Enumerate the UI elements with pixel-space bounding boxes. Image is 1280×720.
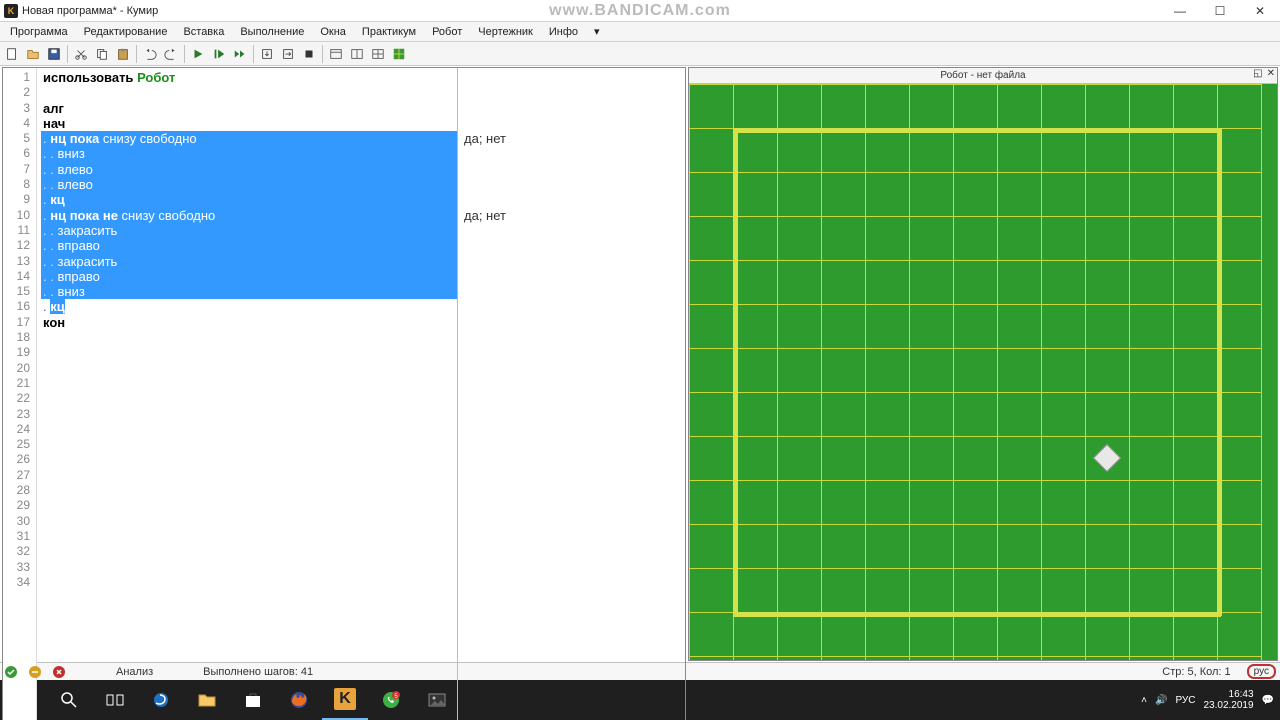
toolbar [0, 42, 1280, 66]
new-file-icon[interactable] [2, 44, 22, 64]
step-into-icon[interactable] [257, 44, 277, 64]
robot-close-icon[interactable]: ✕ [1267, 68, 1275, 79]
redo-icon[interactable] [161, 44, 181, 64]
code-editor[interactable]: 1234567891011121314151617181920212223242… [3, 68, 458, 720]
robot-wall [733, 612, 1221, 617]
tray-sound-icon[interactable]: 🔊 [1155, 695, 1167, 706]
robot-wall [733, 128, 738, 612]
code-line[interactable]: . нц пока снизу свободно [41, 131, 457, 146]
code-line[interactable] [41, 345, 457, 360]
code-line[interactable]: использовать Робот [41, 70, 457, 85]
stop-icon[interactable] [299, 44, 319, 64]
code-line[interactable]: . . закрасить [41, 223, 457, 238]
code-line[interactable]: . . вправо [41, 269, 457, 284]
window3-icon[interactable] [368, 44, 388, 64]
code-line[interactable]: . кц [41, 192, 457, 207]
app-icon: K [4, 4, 18, 18]
code-line[interactable]: . . вправо [41, 238, 457, 253]
step-over-icon[interactable] [278, 44, 298, 64]
close-button[interactable]: ✕ [1240, 0, 1280, 22]
tray-notifications-icon[interactable]: 💬 [1262, 695, 1274, 706]
robot-panel-title: Робот - нет файла ◱ ✕ [689, 68, 1277, 84]
menu-чертежник[interactable]: Чертежник [470, 26, 541, 38]
menu-вставка[interactable]: Вставка [175, 26, 232, 38]
undo-icon[interactable] [140, 44, 160, 64]
window2-icon[interactable] [347, 44, 367, 64]
code-line[interactable] [41, 391, 457, 406]
cut-icon[interactable] [71, 44, 91, 64]
menu-инфо[interactable]: Инфо [541, 26, 586, 38]
robot-wall [1217, 128, 1222, 616]
run-icon[interactable] [188, 44, 208, 64]
code-line[interactable] [41, 514, 457, 529]
menu-программа[interactable]: Программа [2, 26, 76, 38]
window-title: Новая программа* - Кумир [22, 5, 158, 17]
robot-dock-icon[interactable]: ◱ [1253, 68, 1262, 79]
code-line[interactable] [41, 498, 457, 513]
open-file-icon[interactable] [23, 44, 43, 64]
menu-практикум[interactable]: Практикум [354, 26, 424, 38]
status-ok-icon [4, 665, 18, 679]
tray-clock[interactable]: 16:4323.02.2019 [1203, 689, 1253, 711]
code-line[interactable]: . . вниз [41, 284, 457, 299]
code-line[interactable] [41, 468, 457, 483]
robot-field-icon[interactable] [389, 44, 409, 64]
code-line[interactable]: . . влево [41, 177, 457, 192]
code-line[interactable] [41, 452, 457, 467]
code-line[interactable]: . кц [41, 299, 457, 314]
watermark: www.BANDICAM.com [549, 2, 731, 20]
code-line[interactable]: . . закрасить [41, 254, 457, 269]
code-line[interactable]: алг [41, 101, 457, 116]
code-line[interactable]: кон [41, 315, 457, 330]
code-line[interactable]: . . вниз [41, 146, 457, 161]
menu-окна[interactable]: Окна [312, 26, 354, 38]
code-line[interactable] [41, 560, 457, 575]
title-bar: K Новая программа* - Кумир www.BANDICAM.… [0, 0, 1280, 22]
maximize-button[interactable]: ☐ [1200, 0, 1240, 22]
code-line[interactable]: . . влево [41, 162, 457, 177]
code-line[interactable] [41, 330, 457, 345]
status-cursor: Стр: 5, Кол: 1 [1162, 666, 1230, 678]
menu-bar: ПрограммаРедактированиеВставкаВыполнение… [0, 22, 1280, 42]
tray-chevron-icon[interactable]: ˄ [1141, 695, 1147, 706]
editor-panel: 1234567891011121314151617181920212223242… [2, 67, 686, 720]
code-line[interactable] [41, 361, 457, 376]
code-line[interactable]: . нц пока не снизу свободно [41, 208, 457, 223]
menu-dropdown-icon[interactable]: ▾ [586, 25, 608, 38]
robot-marker [1093, 444, 1121, 472]
step-icon[interactable] [209, 44, 229, 64]
robot-field[interactable] [689, 84, 1277, 660]
menu-робот[interactable]: Робот [424, 26, 470, 38]
paste-icon[interactable] [113, 44, 133, 64]
code-line[interactable] [41, 437, 457, 452]
menu-редактирование[interactable]: Редактирование [76, 26, 176, 38]
code-line[interactable] [41, 529, 457, 544]
line-gutter: 1234567891011121314151617181920212223242… [3, 68, 37, 720]
tray-lang[interactable]: РУС [1175, 695, 1195, 706]
robot-panel: Робот - нет файла ◱ ✕ [688, 67, 1278, 661]
margin-pane: да; нетда; нет [458, 68, 685, 720]
copy-icon[interactable] [92, 44, 112, 64]
code-line[interactable] [41, 483, 457, 498]
save-icon[interactable] [44, 44, 64, 64]
status-lang[interactable]: рус [1247, 664, 1276, 679]
fast-icon[interactable] [230, 44, 250, 64]
code-line[interactable] [41, 407, 457, 422]
code-line[interactable] [41, 422, 457, 437]
window1-icon[interactable] [326, 44, 346, 64]
menu-выполнение[interactable]: Выполнение [232, 26, 312, 38]
robot-wall [733, 128, 1217, 133]
code-line[interactable]: нач [41, 116, 457, 131]
code-line[interactable] [41, 85, 457, 100]
code-line[interactable] [41, 575, 457, 590]
code-line[interactable] [41, 376, 457, 391]
code-line[interactable] [41, 544, 457, 559]
minimize-button[interactable]: — [1160, 0, 1200, 22]
